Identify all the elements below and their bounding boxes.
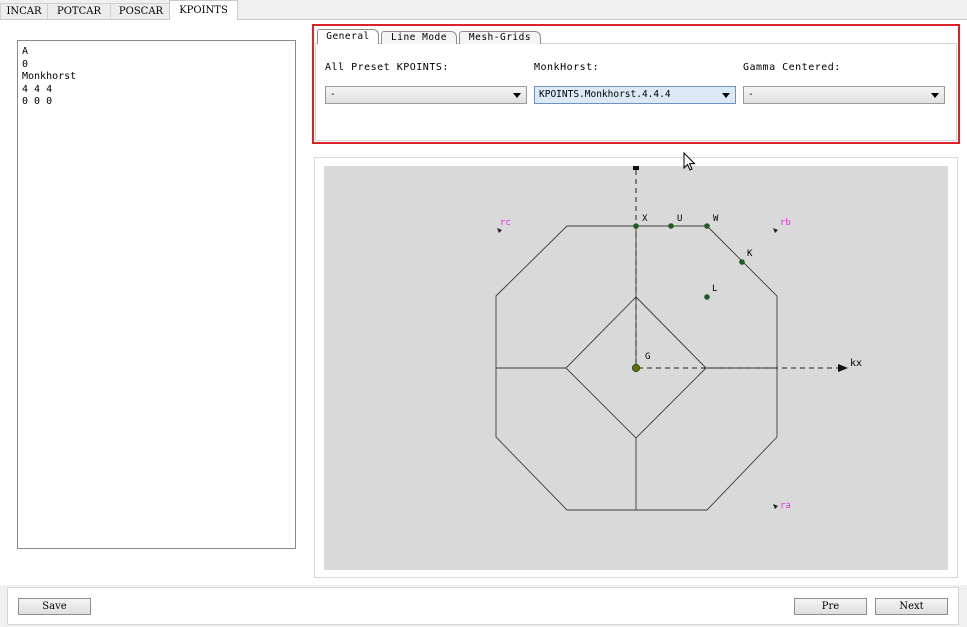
rc-vector-marker <box>497 228 502 233</box>
point-w <box>704 223 710 229</box>
pre-button[interactable]: Pre <box>794 598 867 615</box>
point-g <box>631 363 641 373</box>
point-l <box>704 294 710 300</box>
kx-axis-label: kx <box>850 358 862 369</box>
point-k-label: K <box>747 249 753 259</box>
point-u-label: U <box>677 214 682 224</box>
brillouin-zone-svg: kx X U W K L G rc rb ra <box>495 166 862 511</box>
point-x-label: X <box>642 214 648 224</box>
kx-arrow-head <box>838 364 848 372</box>
point-l-label: L <box>712 284 717 294</box>
next-button[interactable]: Next <box>875 598 948 615</box>
point-w-label: W <box>713 214 719 224</box>
kpoints-text-editor[interactable]: A 0 Monkhorst 4 4 4 0 0 0 <box>17 40 296 549</box>
ra-vector-marker <box>773 504 778 509</box>
tab-incar[interactable]: INCAR <box>0 3 48 19</box>
tab-kpoints[interactable]: KPOINTS <box>169 0 238 20</box>
save-button[interactable]: Save <box>18 598 91 615</box>
rc-label: rc <box>500 218 511 228</box>
point-g-label: G <box>645 352 650 362</box>
highlight-box <box>312 24 960 144</box>
point-u <box>668 223 674 229</box>
rb-label: rb <box>780 218 791 228</box>
ra-label: ra <box>780 501 791 511</box>
point-x <box>633 223 639 229</box>
tab-poscar[interactable]: POSCAR <box>110 3 172 19</box>
tab-potcar[interactable]: POTCAR <box>47 3 111 19</box>
rb-vector-marker <box>773 228 778 233</box>
ky-axis-cap <box>633 166 639 170</box>
top-tab-bar: INCAR POTCAR POSCAR KPOINTS <box>0 0 967 20</box>
brillouin-zone-diagram: kx X U W K L G rc rb ra <box>324 166 948 570</box>
point-k <box>739 259 745 265</box>
mouse-pointer-icon <box>683 152 696 171</box>
